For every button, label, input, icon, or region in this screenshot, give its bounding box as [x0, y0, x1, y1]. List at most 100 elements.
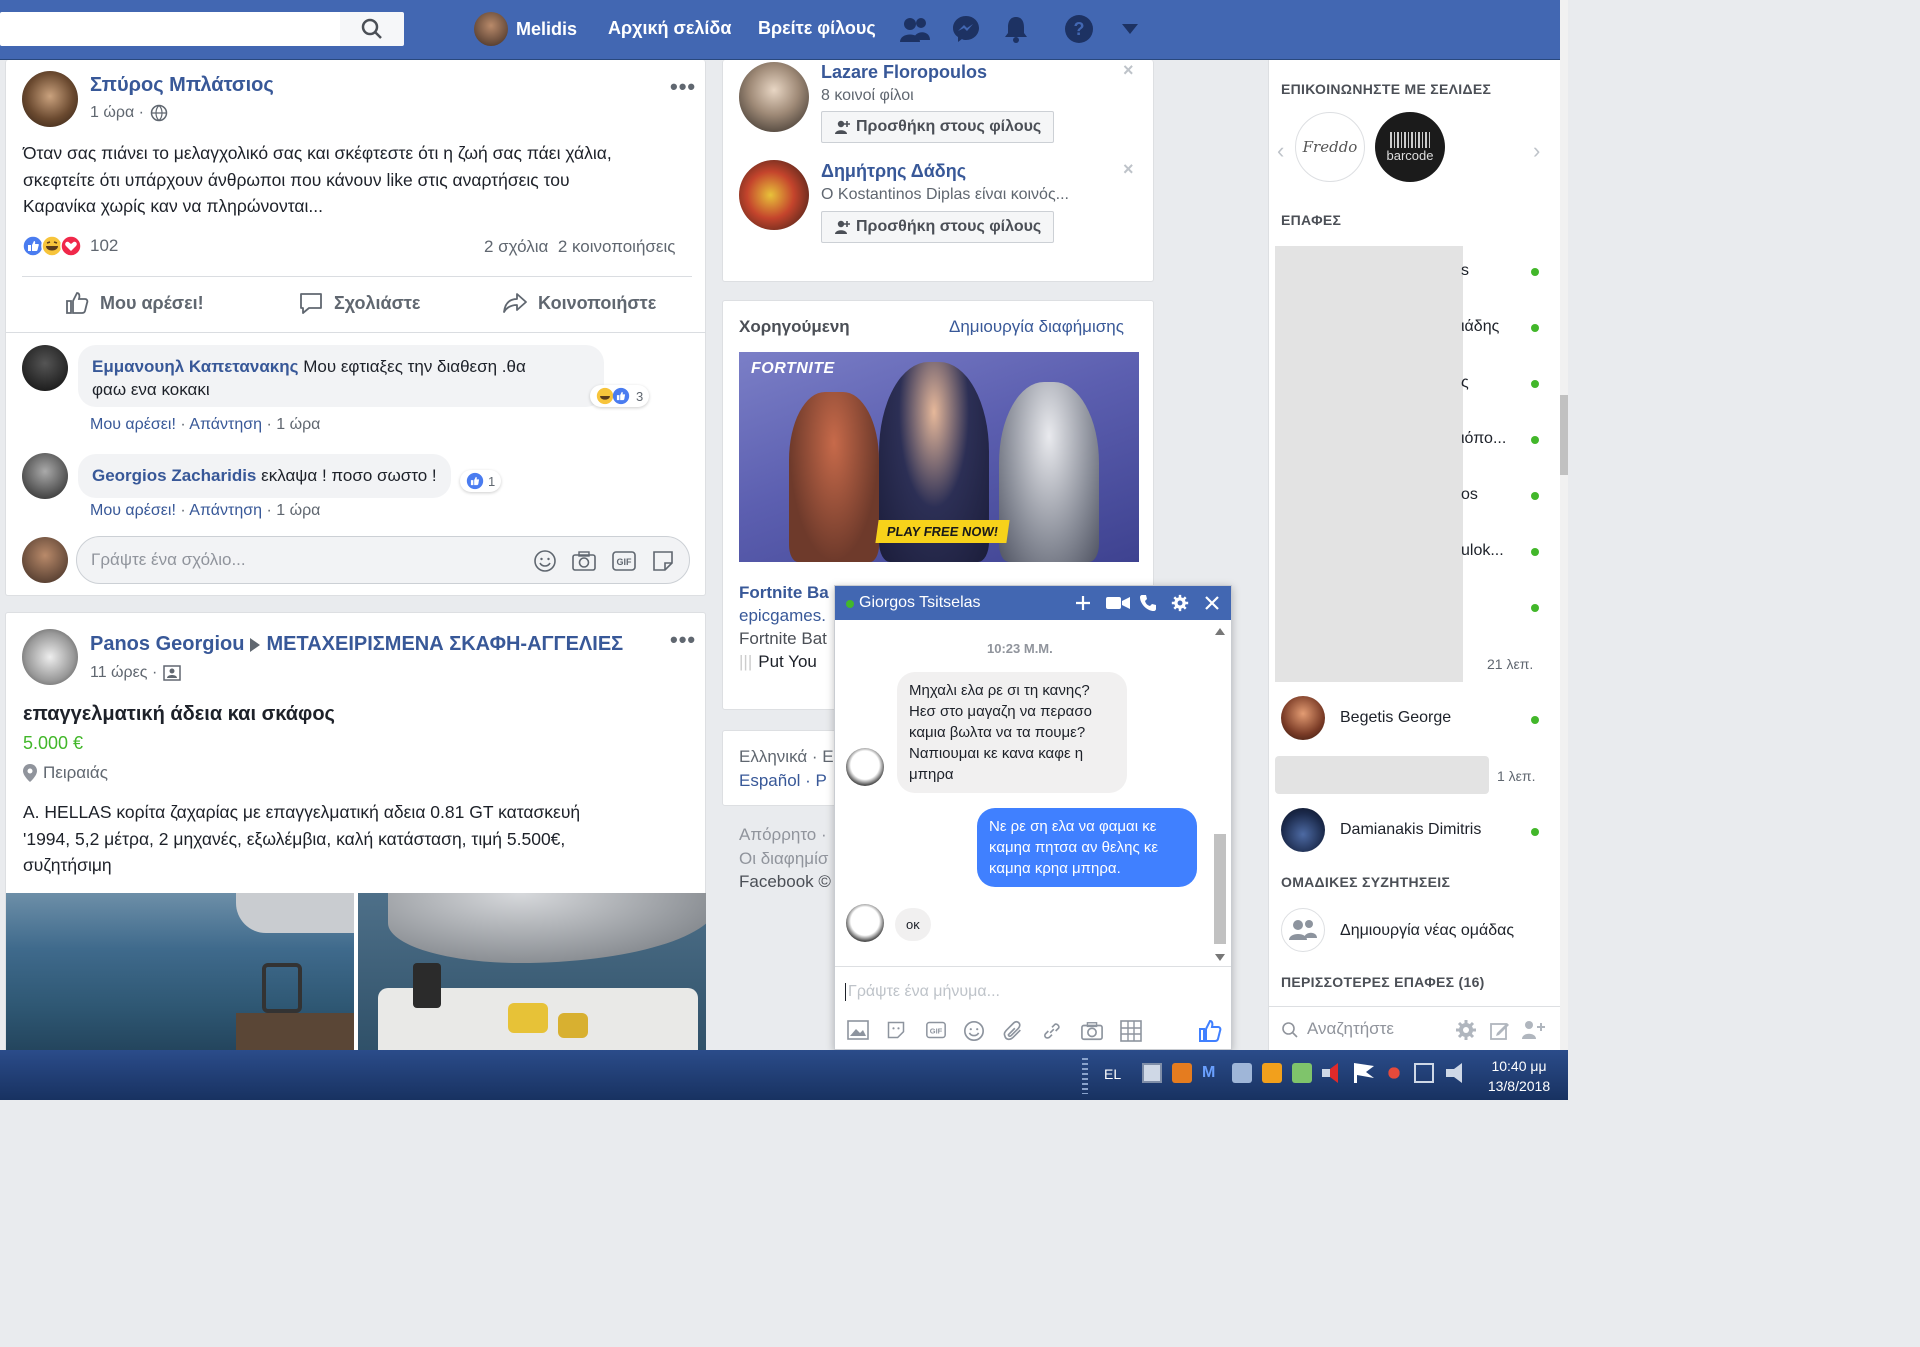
suggestion-mutual[interactable]: 8 κοινοί φίλοι	[821, 87, 914, 105]
gear-icon[interactable]	[1455, 1019, 1477, 1041]
comment-reactions[interactable]: 3	[590, 385, 650, 407]
messenger-icon[interactable]	[951, 14, 981, 44]
languages-line[interactable]: Ελληνικά · E	[739, 747, 834, 767]
search-input[interactable]	[0, 12, 340, 46]
comment-like-link[interactable]: Μου αρέσει!	[90, 416, 176, 433]
dismiss-close-icon[interactable]: ×	[1123, 60, 1134, 81]
post-timestamp[interactable]: 1 ώρα ·	[90, 104, 168, 122]
like-button[interactable]: Μου αρέσει!	[64, 290, 204, 316]
ad-title[interactable]: Fortnite Ba	[739, 583, 829, 603]
carousel-next-icon[interactable]: ›	[1533, 138, 1540, 164]
image-upload-icon[interactable]	[847, 1020, 869, 1040]
listing-photo[interactable]	[358, 893, 706, 1053]
post-author[interactable]: Panos Georgiou	[90, 633, 244, 656]
author-avatar[interactable]	[22, 71, 78, 127]
tray-app-icon[interactable]	[1384, 1063, 1404, 1083]
create-group-link[interactable]: Δημιουργία νέας ομάδας	[1340, 922, 1514, 940]
tray-app-icon[interactable]	[1172, 1063, 1192, 1083]
ad-domain[interactable]: epicgames.	[739, 606, 826, 626]
share-button[interactable]: Κοινοποιήστε	[502, 290, 656, 316]
carousel-prev-icon[interactable]: ‹	[1277, 138, 1284, 164]
chat-header[interactable]: Giorgos Tsitselas	[835, 586, 1231, 620]
tray-app-icon[interactable]	[1262, 1063, 1282, 1083]
post-stats[interactable]: 2 σχόλια 2 κοινοποιήσεις	[484, 237, 675, 257]
comment-input[interactable]: Γράψτε ένα σχόλιο... GIF	[76, 536, 690, 584]
page-avatar-freddo[interactable]: Freddo	[1295, 112, 1365, 182]
comment-reply-link[interactable]: Απάντηση	[189, 416, 262, 433]
scrollbar-thumb[interactable]	[1214, 834, 1226, 944]
scroll-down-arrow-icon[interactable]	[1215, 954, 1225, 961]
tray-monitor-icon[interactable]	[1142, 1063, 1162, 1083]
languages-line[interactable]: Español · P	[739, 771, 827, 791]
comment-reactions[interactable]: 1	[460, 470, 502, 492]
contact-name-partial[interactable]: ιόπο...	[1461, 430, 1506, 448]
suggestion-mutual[interactable]: Ο Kostantinos Diplas είναι κοινός...	[821, 186, 1069, 204]
input-language-indicator[interactable]: EL	[1104, 1066, 1121, 1082]
gif-icon[interactable]: GIF	[611, 549, 637, 573]
gear-icon[interactable]	[1171, 594, 1189, 612]
listing-photo[interactable]	[6, 893, 354, 1053]
contact-name[interactable]: Begetis George	[1340, 709, 1451, 727]
post-author[interactable]: Σπύρος Μπλάτσιος	[90, 74, 274, 97]
contact-name-partial[interactable]: ulok...	[1461, 542, 1504, 560]
author-avatar[interactable]	[22, 629, 78, 685]
new-group-avatar[interactable]	[1281, 908, 1325, 952]
taskbar-clock[interactable]: 10:40 μμ 13/8/2018	[1476, 1056, 1562, 1096]
games-grid-icon[interactable]	[1120, 1020, 1142, 1042]
page-avatar-barcode[interactable]: barcode	[1375, 112, 1445, 182]
profile-link[interactable]: Melidis	[474, 12, 577, 46]
account-menu-chevron-down-icon[interactable]	[1115, 14, 1145, 44]
notifications-bell-icon[interactable]	[1001, 14, 1031, 44]
sticker-icon[interactable]	[651, 549, 675, 573]
add-person-plus-icon[interactable]	[1075, 595, 1091, 611]
contact-name-partial[interactable]: ς	[1461, 374, 1469, 392]
camera-icon[interactable]	[1080, 1020, 1104, 1042]
tray-app-icon[interactable]	[1232, 1063, 1252, 1083]
comment-button[interactable]: Σχολιάστε	[298, 290, 420, 316]
scrollbar-thumb[interactable]	[1560, 395, 1568, 475]
add-friend-button[interactable]: Προσθήκη στους φίλους	[821, 111, 1055, 143]
chat-message-input[interactable]: Γράψτε ένα μήνυμα...	[845, 983, 1000, 1001]
search-button[interactable]	[340, 12, 404, 46]
contact-name-partial[interactable]: os	[1461, 486, 1478, 504]
add-friend-button[interactable]: Προσθήκη στους φίλους	[821, 211, 1055, 243]
emoji-icon[interactable]	[963, 1020, 985, 1042]
post-options-icon[interactable]: •••	[670, 74, 696, 100]
more-contacts-heading[interactable]: ΠΕΡΙΣΣΟΤΕΡΕΣ ΕΠΑΦΕΣ (16)	[1281, 974, 1485, 990]
comment-time[interactable]: · 1 ώρα	[266, 502, 320, 519]
gif-icon[interactable]: GIF	[924, 1020, 948, 1040]
post-options-icon[interactable]: •••	[670, 627, 696, 653]
ad-image[interactable]: FORTNITE PLAY FREE NOW!	[739, 352, 1139, 562]
comment-author[interactable]: Georgios Zacharidis	[92, 466, 256, 485]
suggestion-avatar[interactable]	[739, 62, 809, 132]
friend-requests-icon[interactable]	[900, 14, 930, 44]
play-free-button[interactable]: PLAY FREE NOW!	[875, 520, 1010, 543]
phone-call-icon[interactable]	[1139, 594, 1157, 612]
commenter-avatar[interactable]	[22, 453, 68, 499]
suggestion-name[interactable]: Δημήτρης Δάδης	[821, 161, 966, 182]
help-icon[interactable]: ?	[1064, 14, 1094, 44]
group-name[interactable]: ΜΕΤΑΧΕΙΡΙΣΜΕΝΑ ΣΚΑΦΗ-ΑΓΓΕΛΙΕΣ	[266, 633, 623, 656]
reactions-summary[interactable]: 102	[22, 235, 118, 257]
camera-icon[interactable]	[571, 549, 597, 573]
suggestion-name[interactable]: Lazare Floropoulos	[821, 62, 987, 83]
scroll-up-arrow-icon[interactable]	[1215, 628, 1225, 635]
page-scrollbar[interactable]	[1560, 0, 1568, 1050]
suggestion-avatar[interactable]	[739, 160, 809, 230]
link-icon[interactable]	[1041, 1020, 1063, 1042]
sidebar-search-input[interactable]: Αναζητήστε	[1307, 1019, 1394, 1039]
comment-author[interactable]: Εμμανουηλ Καπετανακης	[92, 357, 298, 376]
contact-name[interactable]: Damianakis Dimitris	[1340, 821, 1481, 839]
emoji-icon[interactable]	[533, 549, 557, 573]
contact-avatar[interactable]	[1281, 696, 1325, 740]
tray-network-monitor-icon[interactable]	[1414, 1063, 1434, 1083]
contact-name-partial[interactable]: s	[1461, 262, 1469, 280]
create-ad-link[interactable]: Δημιουργία διαφήμισης	[949, 317, 1124, 337]
comment-like-link[interactable]: Μου αρέσει!	[90, 502, 176, 519]
commenter-avatar[interactable]	[22, 345, 68, 391]
home-link[interactable]: Αρχική σελίδα	[608, 18, 731, 39]
sender-avatar[interactable]	[846, 748, 884, 786]
comment-reply-link[interactable]: Απάντηση	[189, 502, 262, 519]
contact-avatar[interactable]	[1281, 808, 1325, 852]
new-group-icon[interactable]	[1521, 1019, 1547, 1041]
